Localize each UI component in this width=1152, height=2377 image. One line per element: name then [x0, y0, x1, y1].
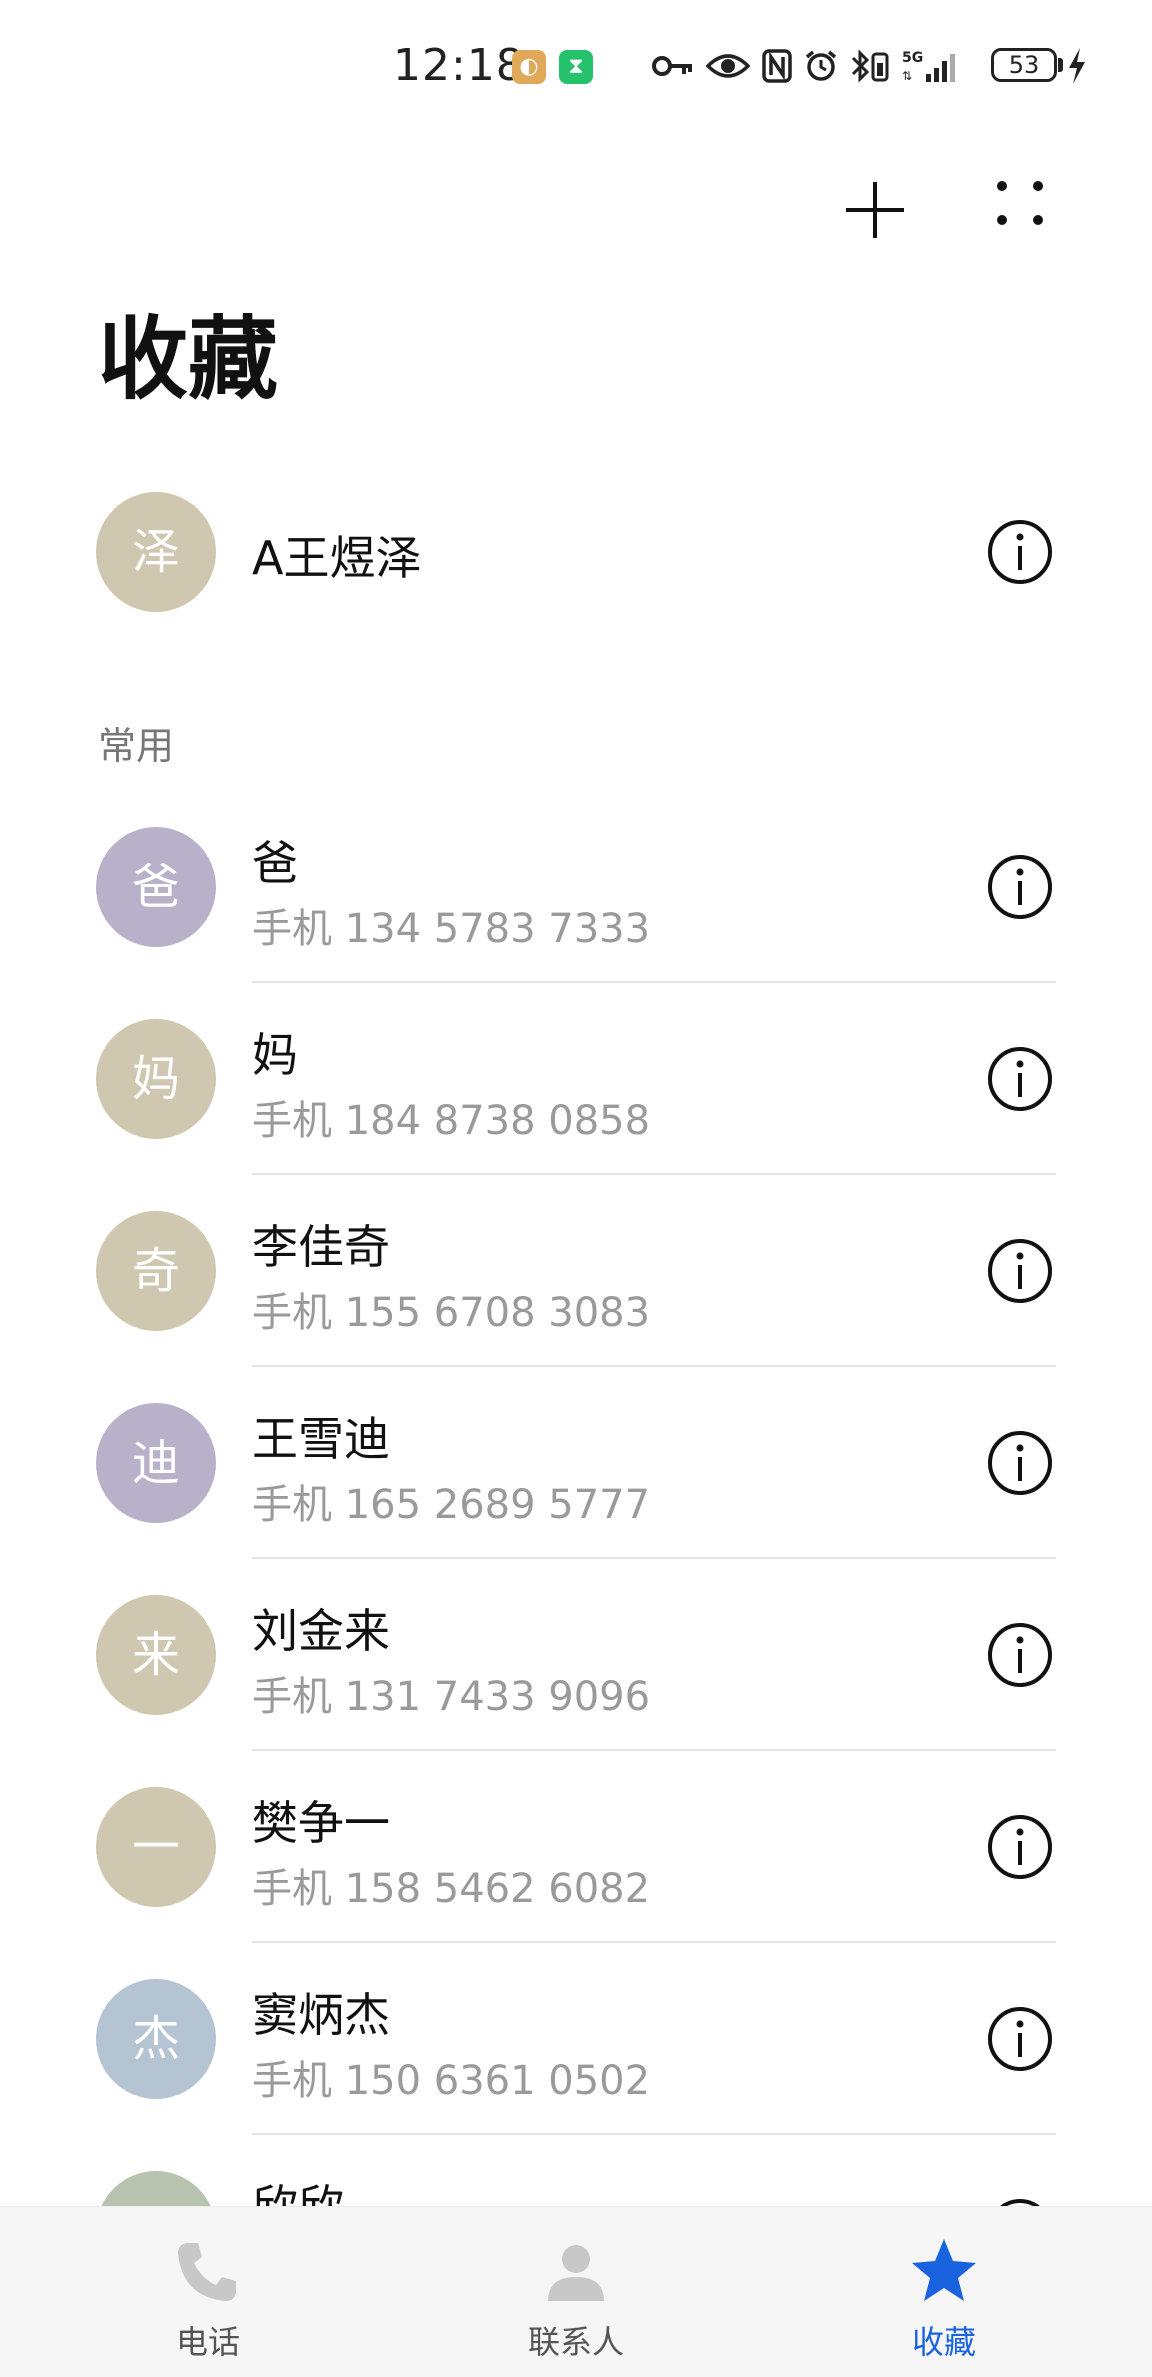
status-time: 12:18 [393, 40, 525, 91]
more-dots-icon [997, 181, 1043, 225]
bluetooth-battery-icon [851, 49, 889, 83]
contact-info-button[interactable] [980, 1999, 1060, 2079]
person-icon [548, 2245, 604, 2301]
contact-info-button[interactable] [980, 2191, 1060, 2206]
row-divider [252, 1173, 1056, 1175]
signal-icon: 5G ⇅ [902, 50, 955, 83]
status-bar: 12:18 ◐ ⧗ 5G ⇅ 53 [0, 0, 1152, 135]
contact-row[interactable]: 迪 王雪迪 手机 165 2689 5777 [0, 1368, 1152, 1559]
contact-info-button[interactable] [980, 1807, 1060, 1887]
star-icon [912, 2239, 976, 2301]
contact-name: 李佳奇 [252, 1220, 390, 1274]
contact-row[interactable]: 爸 爸 手机 134 5783 7333 [0, 792, 1152, 983]
contact-phone: 手机 150 6361 0502 [252, 2058, 651, 2104]
section-header: 常用 [98, 724, 175, 768]
avatar: 来 [96, 1595, 216, 1715]
status-icons: 5G ⇅ [652, 44, 964, 88]
nav-label: 收藏 [911, 2323, 976, 2361]
svg-text:⇅: ⇅ [902, 69, 912, 83]
more-options-button[interactable] [980, 170, 1060, 250]
contact-name: A王煜泽 [252, 531, 422, 585]
avatar: 妈 [96, 1019, 216, 1139]
row-divider [252, 981, 1056, 983]
row-divider [252, 1941, 1056, 1943]
avatar [96, 2171, 216, 2206]
nav-label: 联系人 [527, 2323, 624, 2361]
info-icon [988, 1623, 1052, 1687]
contact-info-button[interactable] [980, 1615, 1060, 1695]
contact-name: 妈 [252, 1028, 298, 1082]
avatar: 迪 [96, 1403, 216, 1523]
eye-icon [706, 54, 750, 78]
bottom-navigation: 电话 联系人 收藏 [0, 2206, 1152, 2377]
info-icon [988, 1239, 1052, 1303]
row-divider [252, 1749, 1056, 1751]
nav-tab-favorites[interactable]: 收藏 [824, 2207, 1064, 2377]
contact-phone: 手机 131 7433 9096 [252, 1674, 651, 1720]
contact-name: 窦炳杰 [252, 1988, 390, 2042]
nav-label: 电话 [175, 2323, 240, 2361]
info-icon [988, 1815, 1052, 1879]
info-icon [988, 520, 1052, 584]
svg-text:5G: 5G [902, 50, 923, 66]
contact-row[interactable]: 欣欣 [0, 2136, 1152, 2206]
key-icon [652, 56, 692, 76]
row-divider [252, 2133, 1056, 2135]
contact-phone: 手机 155 6708 3083 [252, 1290, 651, 1336]
info-icon [988, 2007, 1052, 2071]
contact-info-button[interactable] [980, 1423, 1060, 1503]
contact-name: 爸 [252, 836, 298, 890]
avatar: 杰 [96, 1979, 216, 2099]
avatar: 泽 [96, 492, 216, 612]
info-icon [1000, 2199, 1040, 2206]
nfc-icon [762, 49, 792, 83]
app-notification-icon: ◐ [512, 50, 546, 84]
nav-tab-phone[interactable]: 电话 [88, 2207, 328, 2377]
contact-info-button[interactable] [980, 1231, 1060, 1311]
contact-name: 欣欣 [252, 2171, 344, 2206]
row-divider [252, 1365, 1056, 1367]
add-button[interactable] [838, 170, 918, 250]
charging-bolt-icon [1069, 48, 1085, 84]
row-divider [252, 1557, 1056, 1559]
contact-phone: 手机 184 8738 0858 [252, 1098, 651, 1144]
page-title: 收藏 [98, 307, 278, 412]
favorite-contact-row[interactable]: 泽 A王煜泽 [0, 455, 1152, 645]
contact-name: 樊争一 [252, 1796, 390, 1850]
battery-tip [1058, 58, 1063, 72]
contact-phone: 手机 134 5783 7333 [252, 906, 651, 952]
contact-name: 王雪迪 [252, 1412, 390, 1466]
contact-info-button[interactable] [980, 1039, 1060, 1119]
contact-row[interactable]: 一 樊争一 手机 158 5462 6082 [0, 1752, 1152, 1943]
contact-info-button[interactable] [980, 847, 1060, 927]
nav-tab-contacts[interactable]: 联系人 [456, 2207, 696, 2377]
plus-icon [846, 182, 904, 238]
contact-row[interactable]: 杰 窦炳杰 手机 150 6361 0502 [0, 1944, 1152, 2135]
info-icon [988, 1431, 1052, 1495]
contact-row[interactable]: 来 刘金来 手机 131 7433 9096 [0, 1560, 1152, 1751]
avatar: 奇 [96, 1211, 216, 1331]
battery-indicator: 53 [991, 48, 1057, 82]
alarm-icon [805, 50, 837, 81]
phone-icon [178, 2243, 236, 2301]
contact-row[interactable]: 奇 李佳奇 手机 155 6708 3083 [0, 1176, 1152, 1367]
contact-phone: 手机 158 5462 6082 [252, 1866, 651, 1912]
avatar: 爸 [96, 827, 216, 947]
contact-info-button[interactable] [980, 512, 1060, 592]
info-icon [988, 855, 1052, 919]
contact-row[interactable]: 妈 妈 手机 184 8738 0858 [0, 984, 1152, 1175]
avatar: 一 [96, 1787, 216, 1907]
contact-phone: 手机 165 2689 5777 [252, 1482, 651, 1528]
timer-app-icon: ⧗ [559, 50, 593, 84]
info-icon [988, 1047, 1052, 1111]
contact-name: 刘金来 [252, 1604, 390, 1658]
